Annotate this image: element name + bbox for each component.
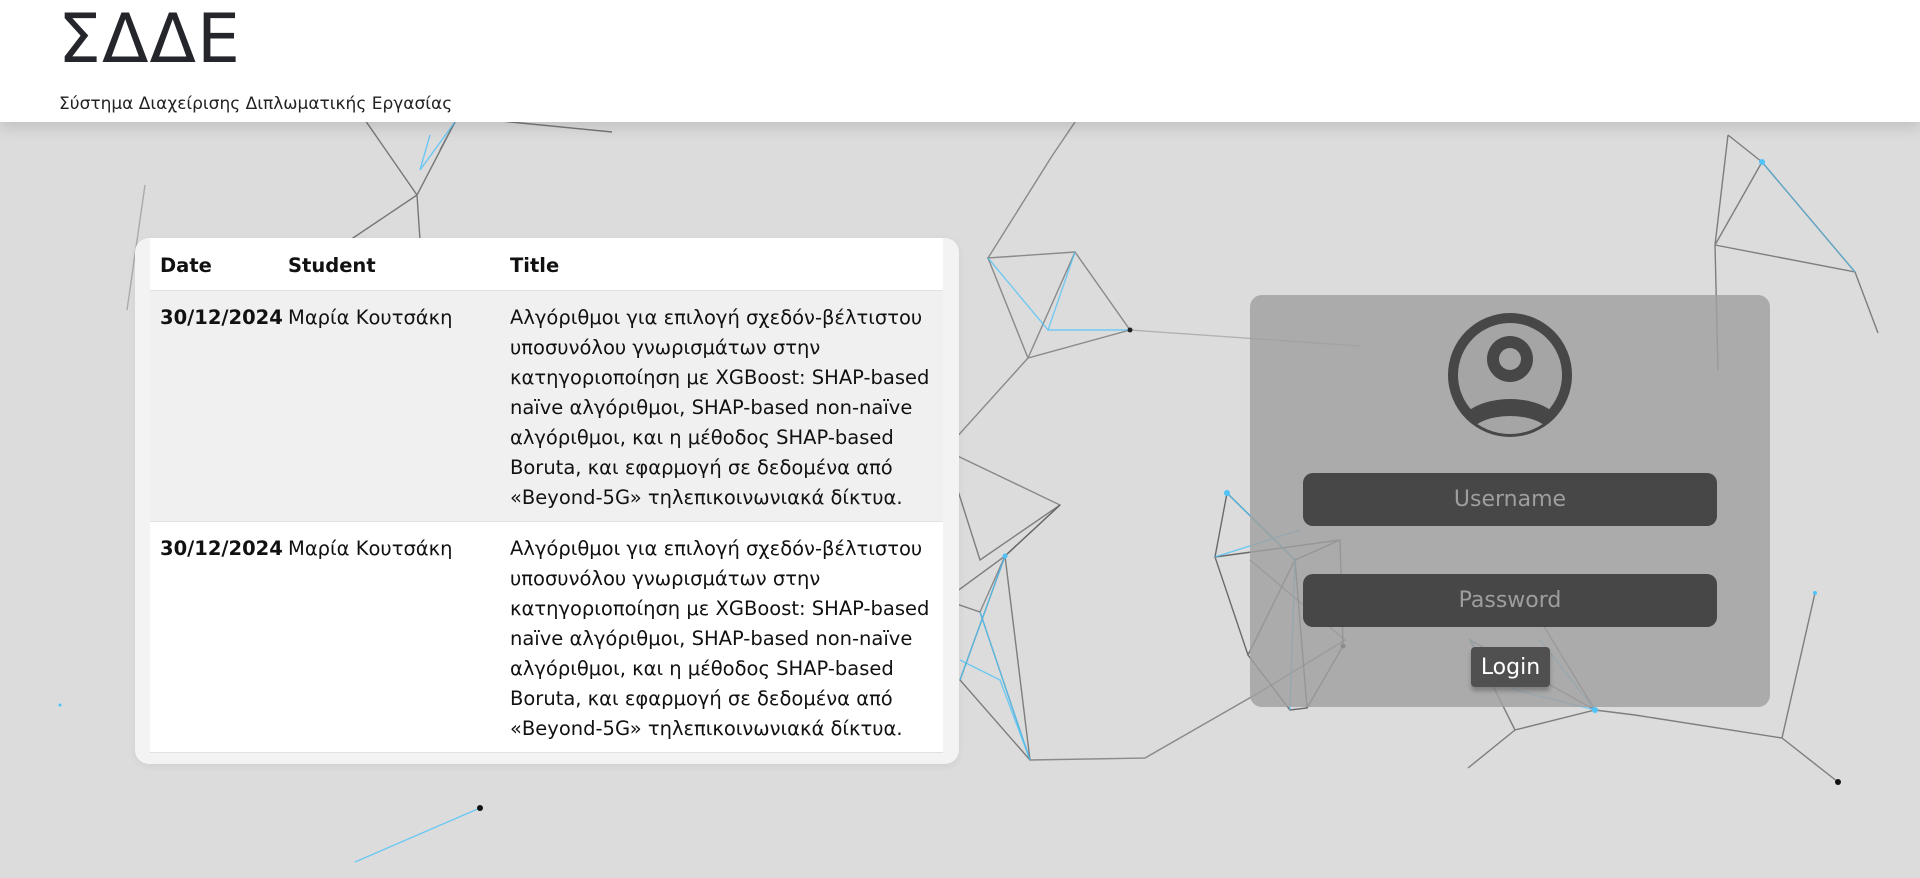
column-header-student: Student [288,254,376,277]
login-panel: Login [1250,295,1770,707]
cell-title: Αλγόριθμοι για επιλογή σχεδόν-βέλτιστου … [510,306,930,509]
user-circle-icon [1448,313,1572,437]
theses-table-card: Date Student Title 30/12/2024 Μαρία Κουτ… [135,238,959,764]
table-header: Date Student Title [150,238,943,291]
cell-date: 30/12/2024 [160,306,283,329]
table-row[interactable]: 30/12/2024 Μαρία Κουτσάκη Αλγόριθμοι για… [150,290,943,522]
password-input[interactable] [1303,574,1717,627]
column-header-date: Date [160,254,212,277]
login-button[interactable]: Login [1471,647,1550,687]
theses-table-wrapper: Date Student Title 30/12/2024 Μαρία Κουτ… [150,238,943,753]
username-input[interactable] [1303,473,1717,526]
cell-student: Μαρία Κουτσάκη [288,537,453,560]
app-header: ΣΔΔΕ Σύστημα Διαχείρισης Διπλωματικής Ερ… [0,0,1920,122]
app-logo-text: ΣΔΔΕ [58,0,241,79]
cell-student: Μαρία Κουτσάκη [288,306,453,329]
column-header-title: Title [510,254,560,277]
theses-table: Date Student Title 30/12/2024 Μαρία Κουτ… [150,238,943,753]
cell-date: 30/12/2024 [160,537,283,560]
app-subtitle: Σύστημα Διαχείρισης Διπλωματικής Εργασία… [59,94,453,114]
table-row[interactable]: 30/12/2024 Μαρία Κουτσάκη Αλγόριθμοι για… [150,521,943,753]
cell-title: Αλγόριθμοι για επιλογή σχεδόν-βέλτιστου … [510,537,930,740]
